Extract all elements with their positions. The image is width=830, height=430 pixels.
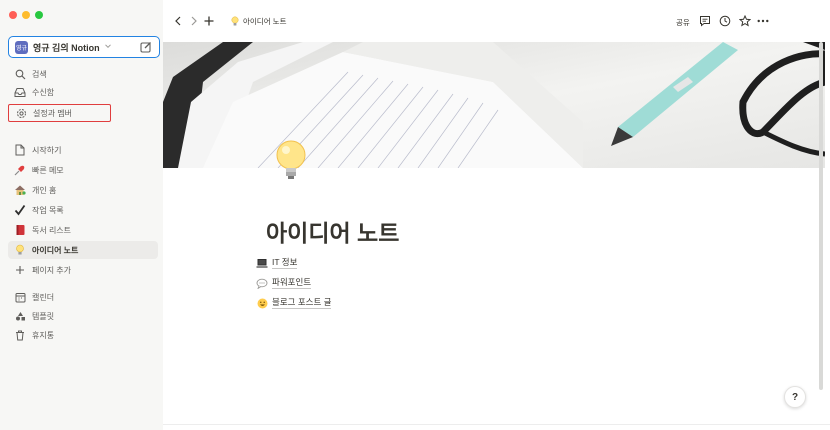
main-content: 아이디어 노트 공유 아이디어 노트 IT 정보 파워포인트 블로그 포스트 글…	[163, 0, 830, 430]
workspace-avatar: 영규	[15, 40, 28, 54]
more-options-button[interactable]	[757, 15, 769, 27]
sidebar-item-trash[interactable]: 휴지통	[8, 326, 158, 344]
page-link-powerpoint[interactable]: 파워포인트	[256, 276, 312, 290]
ellipsis-icon	[757, 19, 769, 23]
shapes-icon	[13, 309, 27, 323]
sidebar-item-search[interactable]: 검색	[8, 65, 158, 83]
sidebar-item-settings-members[interactable]: 설정과 멤버	[8, 104, 111, 122]
chevron-left-icon	[175, 16, 181, 26]
notion-window: 영규 영규 김의 Notion 검색 수신함 설정과 멤버 시작하기 빠른 메모…	[0, 0, 830, 430]
page-link-it-info[interactable]: IT 정보	[256, 256, 298, 270]
help-button[interactable]: ?	[784, 386, 806, 408]
sidebar-item-calendar[interactable]: 캘린더	[8, 288, 158, 306]
share-button[interactable]: 공유	[676, 17, 690, 28]
plus-icon	[13, 263, 27, 277]
chevron-down-icon	[104, 42, 112, 52]
speech-bubble-icon	[256, 277, 268, 289]
new-page-button[interactable]	[203, 15, 215, 27]
page-link-blog-post[interactable]: 블로그 포스트 글	[256, 296, 332, 310]
page-link-label: IT 정보	[272, 257, 298, 269]
window-controls	[9, 11, 43, 19]
sidebar-item-label: 검색	[32, 69, 47, 79]
sidebar-item-task-list[interactable]: 작업 목록	[8, 201, 158, 219]
divider	[163, 424, 830, 425]
sidebar-item-label: 독서 리스트	[32, 225, 72, 235]
pushpin-icon	[13, 163, 27, 177]
clock-icon	[719, 15, 731, 27]
sidebar-item-label: 아이디어 노트	[32, 245, 79, 255]
cover-image[interactable]	[163, 42, 825, 168]
comments-button[interactable]	[699, 15, 711, 27]
sidebar-item-reading-list[interactable]: 독서 리스트	[8, 221, 158, 239]
sidebar-item-getting-started[interactable]: 시작하기	[8, 141, 158, 159]
sidebar-item-label: 캘린더	[32, 292, 55, 302]
sidebar-item-label: 수신함	[32, 87, 55, 97]
sidebar-item-label: 빠른 메모	[32, 165, 64, 175]
gear-icon	[14, 106, 28, 120]
topbar: 아이디어 노트 공유	[163, 0, 830, 42]
sidebar-item-add-page[interactable]: 페이지 추가	[8, 261, 158, 279]
sidebar-item-label: 시작하기	[32, 145, 62, 155]
comment-icon	[700, 16, 710, 27]
workspace-name: 영규 김의 Notion	[33, 42, 100, 53]
workspace-switcher[interactable]: 영규 영규 김의 Notion	[8, 36, 160, 58]
calendar-icon	[13, 290, 27, 304]
sidebar-item-label: 설정과 멤버	[33, 108, 73, 118]
sidebar-item-label: 개인 홈	[32, 185, 57, 195]
checkmark-icon	[13, 203, 27, 217]
minimize-window-button[interactable]	[22, 11, 30, 19]
sidebar-item-label: 휴지통	[32, 330, 55, 340]
sidebar-item-inbox[interactable]: 수신함	[8, 83, 158, 101]
sidebar-item-quick-note[interactable]: 빠른 메모	[8, 161, 158, 179]
page-lightbulb-icon[interactable]	[273, 138, 309, 188]
sidebar-item-templates[interactable]: 템플릿	[8, 307, 158, 325]
sidebar-item-label: 페이지 추가	[32, 265, 72, 275]
sidebar-item-label: 작업 목록	[32, 205, 64, 215]
scrollbar[interactable]	[819, 42, 823, 390]
breadcrumb-label: 아이디어 노트	[243, 16, 287, 26]
smiley-icon	[256, 297, 268, 309]
star-icon	[739, 15, 751, 27]
new-page-icon[interactable]	[139, 40, 153, 54]
search-icon	[13, 67, 27, 81]
back-button[interactable]	[172, 15, 184, 27]
page-title[interactable]: 아이디어 노트	[266, 214, 399, 248]
page-link-label: 파워포인트	[272, 277, 312, 289]
book-icon	[13, 223, 27, 237]
sidebar: 영규 영규 김의 Notion 검색 수신함 설정과 멤버 시작하기 빠른 메모…	[0, 0, 163, 430]
close-window-button[interactable]	[9, 11, 17, 19]
sidebar-item-idea-notes[interactable]: 아이디어 노트	[8, 241, 158, 259]
updates-button[interactable]	[719, 15, 731, 27]
page-icon	[13, 143, 27, 157]
favorite-button[interactable]	[739, 15, 751, 27]
plus-icon	[204, 16, 214, 26]
trash-icon	[13, 328, 27, 342]
sidebar-item-personal-home[interactable]: 개인 홈	[8, 181, 158, 199]
maximize-window-button[interactable]	[35, 11, 43, 19]
breadcrumb[interactable]: 아이디어 노트	[231, 14, 286, 28]
lightbulb-icon	[231, 16, 239, 25]
forward-button[interactable]	[188, 15, 200, 27]
inbox-icon	[13, 85, 27, 99]
page-link-label: 블로그 포스트 글	[272, 297, 332, 309]
laptop-icon	[256, 257, 268, 269]
chevron-right-icon	[191, 16, 197, 26]
house-icon	[13, 183, 27, 197]
lightbulb-icon	[13, 243, 27, 257]
sidebar-item-label: 템플릿	[32, 311, 55, 321]
